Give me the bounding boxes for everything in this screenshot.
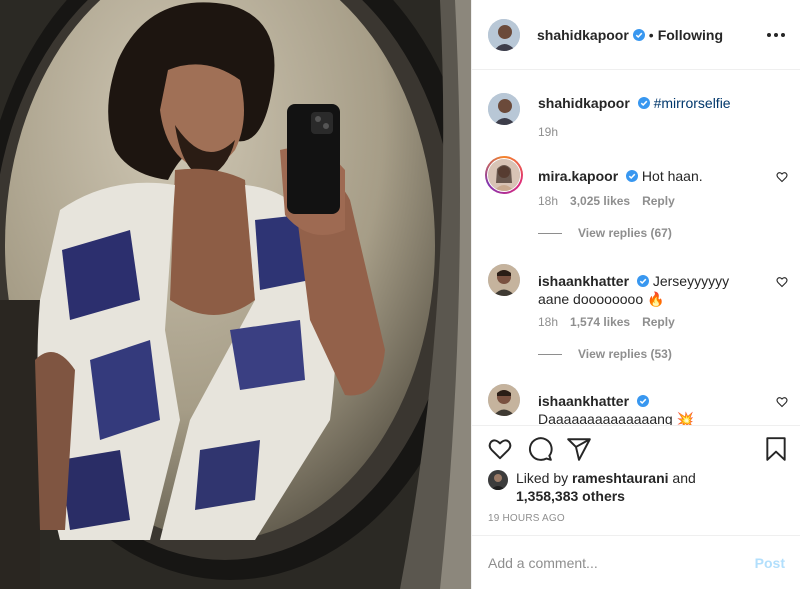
hashtag-link[interactable]: #mirrorselfie	[654, 95, 731, 111]
comment-item: ishaankhatter Daaaaaaaaaaaaaang 💥	[488, 384, 788, 425]
comment-text: ishaankhatter Jerseyyyyyy aane doooooooo…	[538, 272, 758, 308]
post-header: shahidkapoor • Following	[472, 0, 800, 70]
bookmark-icon[interactable]	[763, 436, 789, 462]
verified-badge-icon	[632, 28, 645, 41]
verified-badge-icon	[626, 170, 639, 182]
likes-text: Liked by rameshtaurani and 1,358,383 oth…	[516, 469, 696, 505]
comment-meta: 18h 3,025 likes Reply	[538, 194, 675, 208]
comment-body: Daaaaaaaaaaaaaang 💥	[538, 411, 695, 425]
comment-input[interactable]	[488, 552, 738, 574]
commenter-avatar[interactable]	[488, 159, 520, 191]
caption-username[interactable]: shahidkapoor	[538, 95, 630, 111]
liker-avatar[interactable]	[488, 470, 508, 490]
more-icon[interactable]	[767, 27, 785, 43]
caption-text: shahidkapoor #mirrorselfie	[538, 94, 758, 112]
view-replies-button[interactable]: View replies (67)	[538, 226, 672, 240]
replies-line	[538, 232, 562, 234]
comment-username[interactable]: mira.kapoor	[538, 168, 618, 184]
and-label: and	[672, 470, 696, 486]
post-button[interactable]: Post	[755, 555, 785, 571]
comment-likes[interactable]: 3,025 likes	[570, 194, 630, 208]
share-icon[interactable]	[566, 436, 592, 462]
post-timestamp[interactable]: 19 HOURS AGO	[488, 513, 565, 524]
comment-icon[interactable]	[527, 436, 553, 462]
view-replies-button[interactable]: View replies (53)	[538, 347, 672, 361]
reply-button[interactable]: Reply	[642, 194, 675, 208]
liker-username[interactable]: rameshtaurani	[572, 470, 668, 486]
view-replies-label[interactable]: View replies (67)	[578, 226, 672, 240]
comment-item: mira.kapoor Hot haan. 18h 3,025 likes Re…	[485, 156, 788, 249]
comment-body: Hot haan.	[641, 168, 703, 184]
comment-username[interactable]: ishaankhatter	[538, 273, 629, 289]
post-detail-panel: shahidkapoor • Following shahidkapoor #m…	[471, 0, 800, 589]
caption-time[interactable]: 19h	[538, 125, 558, 139]
comment-item: ishaankhatter Jerseyyyyyy aane doooooooo…	[488, 264, 788, 364]
commenter-avatar[interactable]	[488, 384, 520, 416]
verified-badge-icon	[636, 395, 649, 407]
caption: shahidkapoor #mirrorselfie 19h	[488, 93, 788, 153]
caption-meta: 19h	[538, 125, 558, 139]
separator-dot: •	[648, 26, 654, 43]
commenter-avatar[interactable]	[488, 264, 520, 296]
comment-text: mira.kapoor Hot haan.	[538, 167, 758, 185]
heart-icon[interactable]	[487, 436, 513, 462]
verified-badge-icon	[637, 97, 650, 109]
comments-list[interactable]: shahidkapoor #mirrorselfie 19h mira.kapo…	[472, 71, 800, 425]
comment-text: ishaankhatter Daaaaaaaaaaaaaang 💥	[538, 392, 758, 425]
replies-line	[538, 353, 562, 355]
post-actions	[472, 425, 800, 473]
comment-meta: 18h 1,574 likes Reply	[538, 315, 675, 329]
mirror-selfie-image	[0, 0, 471, 589]
add-comment-bar: Post	[472, 535, 800, 589]
following-button[interactable]: Following	[658, 27, 723, 43]
comment-time[interactable]: 18h	[538, 315, 558, 329]
post-photo[interactable]	[0, 0, 471, 589]
comment-username[interactable]: ishaankhatter	[538, 393, 629, 409]
comment-like-heart-icon[interactable]	[776, 171, 788, 183]
likes-count[interactable]: 1,358,383 others	[516, 488, 625, 504]
comment-like-heart-icon[interactable]	[776, 396, 788, 408]
comment-likes[interactable]: 1,574 likes	[570, 315, 630, 329]
liked-by-label: Liked by	[516, 470, 569, 486]
author-avatar[interactable]	[488, 93, 520, 125]
comment-time[interactable]: 18h	[538, 194, 558, 208]
verified-badge-icon	[636, 275, 649, 287]
author-avatar[interactable]	[488, 18, 520, 51]
comment-like-heart-icon[interactable]	[776, 276, 788, 288]
reply-button[interactable]: Reply	[642, 315, 675, 329]
view-replies-label[interactable]: View replies (53)	[578, 347, 672, 361]
author-username[interactable]: shahidkapoor	[537, 27, 629, 43]
likes-summary: Liked by rameshtaurani and 1,358,383 oth…	[488, 468, 788, 508]
